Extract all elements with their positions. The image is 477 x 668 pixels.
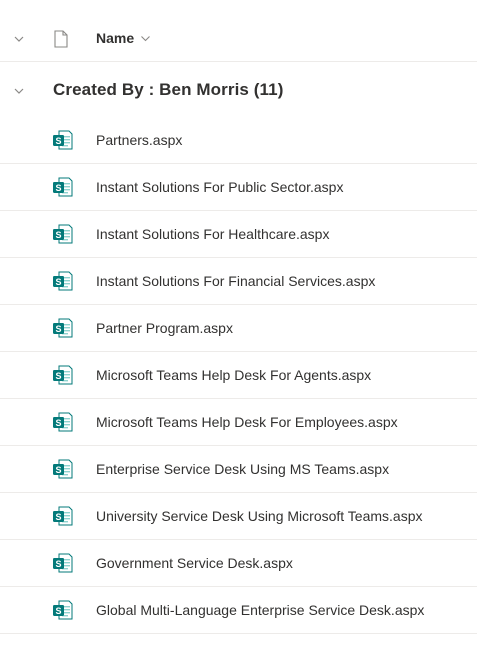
column-header-row: Name <box>0 16 477 62</box>
list-item[interactable]: S Instant Solutions For Healthcare.aspx <box>0 211 477 258</box>
svg-text:S: S <box>55 371 61 381</box>
file-type-header-icon[interactable] <box>53 30 69 48</box>
group-title: Created By : Ben Morris (11) <box>53 80 284 99</box>
list-item[interactable]: S University Service Desk Using Microsof… <box>0 493 477 540</box>
list-item[interactable]: S Partner Program.aspx <box>0 305 477 352</box>
file-name-link[interactable]: Instant Solutions For Public Sector.aspx <box>96 179 343 195</box>
sharepoint-page-icon: S <box>52 552 74 574</box>
file-name-link[interactable]: Microsoft Teams Help Desk For Employees.… <box>96 414 398 430</box>
svg-text:S: S <box>55 277 61 287</box>
list-item[interactable]: S Instant Solutions For Public Sector.as… <box>0 164 477 211</box>
svg-text:S: S <box>55 559 61 569</box>
list-item[interactable]: S Partners.aspx <box>0 117 477 164</box>
file-name-link[interactable]: University Service Desk Using Microsoft … <box>96 508 423 524</box>
svg-text:S: S <box>55 465 61 475</box>
chevron-down-icon <box>141 35 151 41</box>
sharepoint-page-icon: S <box>52 364 74 386</box>
sharepoint-page-icon: S <box>52 270 74 292</box>
collapse-all-chevron-icon[interactable] <box>13 33 25 45</box>
name-column-header[interactable]: Name <box>96 30 151 46</box>
sharepoint-page-icon: S <box>52 129 74 151</box>
svg-text:S: S <box>55 418 61 428</box>
list-item[interactable]: S Government Service Desk.aspx <box>0 540 477 587</box>
file-name-link[interactable]: Partner Program.aspx <box>96 320 233 336</box>
list-item[interactable]: S Instant Solutions For Financial Servic… <box>0 258 477 305</box>
name-column-label: Name <box>96 30 135 46</box>
sharepoint-page-icon: S <box>52 411 74 433</box>
list-item[interactable]: S Global Multi-Language Enterprise Servi… <box>0 587 477 634</box>
file-list: S Partners.aspx S Instant Solutions For … <box>0 117 477 634</box>
sharepoint-page-icon: S <box>52 317 74 339</box>
sharepoint-page-icon: S <box>52 458 74 480</box>
svg-text:S: S <box>55 183 61 193</box>
sharepoint-page-icon: S <box>52 223 74 245</box>
svg-text:S: S <box>55 512 61 522</box>
file-name-link[interactable]: Government Service Desk.aspx <box>96 555 293 571</box>
sharepoint-page-icon: S <box>52 505 74 527</box>
sharepoint-page-icon: S <box>52 599 74 621</box>
file-name-link[interactable]: Global Multi-Language Enterprise Service… <box>96 602 424 618</box>
list-item[interactable]: S Microsoft Teams Help Desk For Agents.a… <box>0 352 477 399</box>
file-name-link[interactable]: Instant Solutions For Healthcare.aspx <box>96 226 329 242</box>
sharepoint-page-icon: S <box>52 176 74 198</box>
svg-text:S: S <box>55 606 61 616</box>
file-name-link[interactable]: Microsoft Teams Help Desk For Agents.asp… <box>96 367 371 383</box>
list-item[interactable]: S Enterprise Service Desk Using MS Teams… <box>0 446 477 493</box>
file-name-link[interactable]: Partners.aspx <box>96 132 182 148</box>
svg-text:S: S <box>55 230 61 240</box>
group-collapse-chevron-icon[interactable] <box>13 85 25 97</box>
svg-text:S: S <box>55 324 61 334</box>
file-name-link[interactable]: Instant Solutions For Financial Services… <box>96 273 375 289</box>
list-item[interactable]: S Microsoft Teams Help Desk For Employee… <box>0 399 477 446</box>
group-header: Created By : Ben Morris (11) <box>0 66 477 114</box>
svg-text:S: S <box>55 136 61 146</box>
file-name-link[interactable]: Enterprise Service Desk Using MS Teams.a… <box>96 461 389 477</box>
